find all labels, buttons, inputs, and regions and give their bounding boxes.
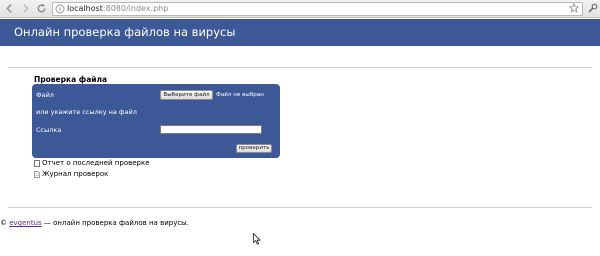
site-title: Онлайн проверка файлов на вирусы — [14, 25, 236, 39]
or-link-label: или укажите ссылку на файл — [36, 108, 137, 116]
link-label: Ссылка — [36, 126, 62, 134]
divider-top — [8, 67, 592, 68]
browser-toolbar: localhost:8080/index.php — [0, 0, 600, 18]
last-report-label: Отчет о последней проверке — [42, 159, 150, 167]
author-link[interactable]: evgentus — [9, 219, 41, 227]
check-log-label: Журнал проверок — [42, 170, 109, 178]
file-status-text: Файл не выбран — [216, 92, 264, 98]
copyright-symbol: © — [0, 219, 7, 227]
section-title: Проверка файла — [34, 75, 108, 84]
divider-bottom — [8, 207, 592, 208]
document-icon — [34, 171, 40, 178]
footer: © evgentus — онлайн проверка файлов на в… — [0, 219, 189, 228]
reload-icon[interactable] — [35, 2, 48, 15]
address-bar[interactable]: localhost:8080/index.php — [52, 2, 583, 16]
choose-file-button[interactable]: Выберите файл — [160, 90, 213, 100]
last-report-link[interactable]: Отчет о последней проверке — [34, 159, 164, 168]
bookmark-star-icon[interactable] — [569, 3, 579, 13]
check-log-link[interactable]: Журнал проверок — [34, 170, 134, 179]
page-icon — [55, 4, 65, 14]
site-header: Онлайн проверка файлов на вирусы — [0, 19, 600, 46]
forward-icon[interactable] — [19, 2, 32, 15]
check-submit-button[interactable]: проверить — [236, 144, 272, 153]
checkbox-icon — [34, 160, 40, 167]
file-check-form: Файл Выберите файл Файл не выбран или ук… — [32, 84, 280, 158]
footer-tagline: — онлайн проверка файлов на вирусы. — [41, 219, 189, 227]
link-input[interactable] — [160, 125, 262, 134]
file-label: Файл — [36, 91, 54, 99]
mouse-cursor-icon — [253, 233, 261, 245]
address-text: localhost:8080/index.php — [67, 4, 169, 13]
wrench-icon[interactable] — [587, 3, 598, 14]
back-icon[interactable] — [3, 2, 16, 15]
